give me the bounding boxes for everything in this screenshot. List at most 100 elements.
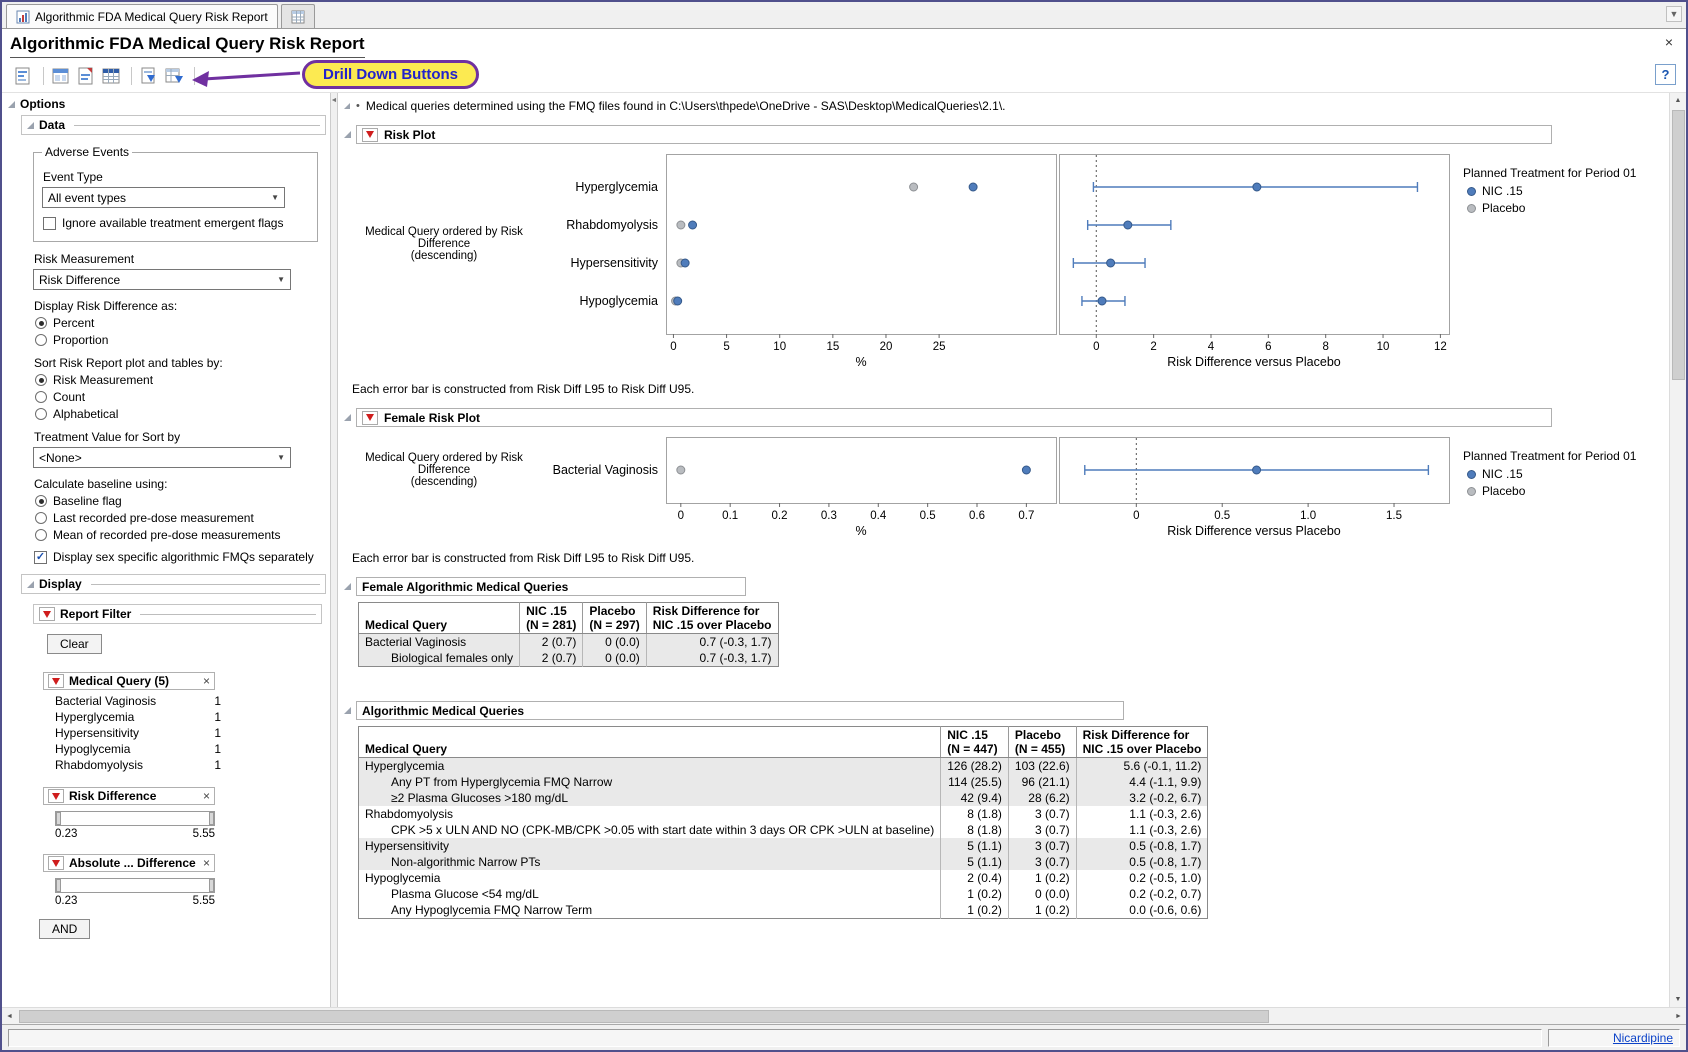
table-row[interactable]: Any Hypoglycemia FMQ Narrow Term1 (0.2)1… — [359, 902, 1208, 919]
tab-overflow-icon[interactable]: ▼ — [1666, 6, 1682, 22]
risk-plot-header[interactable]: Risk Plot — [356, 125, 1552, 144]
medical-query-cell[interactable]: Plasma Glucose <54 mg/dL — [359, 886, 941, 902]
vertical-scrollbar-thumb[interactable] — [1672, 110, 1685, 380]
value-cell[interactable]: 8 (1.8) — [941, 822, 1009, 838]
nicardipine-link[interactable]: Nicardipine — [1613, 1031, 1673, 1045]
collapse-triangle-icon[interactable] — [344, 131, 351, 138]
table-row[interactable]: Any PT from Hyperglycemia FMQ Narrow114 … — [359, 774, 1208, 790]
medical-query-cell[interactable]: ≥2 Plasma Glucoses >180 mg/dL — [359, 790, 941, 806]
table-row[interactable]: Biological females only2 (0.7)0 (0.0)0.7… — [359, 650, 779, 667]
value-cell[interactable]: 1 (0.2) — [941, 886, 1009, 902]
value-cell[interactable]: 1 (0.2) — [941, 902, 1009, 919]
journal-icon[interactable] — [75, 65, 97, 87]
value-cell[interactable]: 4.4 (-1.1, 9.9) — [1076, 774, 1208, 790]
filter-item-rhabdomyolysis[interactable]: Rhabdomyolysis1 — [43, 757, 225, 773]
display-section-title[interactable]: Display — [39, 577, 82, 591]
event-type-dropdown[interactable]: All event types ▼ — [42, 187, 285, 208]
layout-icon[interactable] — [50, 65, 72, 87]
value-cell[interactable]: 3 (0.7) — [1008, 854, 1076, 870]
risk-difference-filter-header[interactable]: Risk Difference × — [43, 787, 215, 805]
female-table-title[interactable]: Female Algorithmic Medical Queries — [362, 580, 568, 594]
value-cell[interactable]: 3 (0.7) — [1008, 838, 1076, 854]
medical-query-cell[interactable]: CPK >5 x ULN AND NO (CPK-MB/CPK >0.05 wi… — [359, 822, 941, 838]
data-point-nic-15[interactable] — [674, 297, 682, 305]
collapse-triangle-icon[interactable] — [8, 101, 15, 108]
tab-data-table[interactable] — [281, 4, 315, 28]
table-row[interactable]: Hypoglycemia2 (0.4)1 (0.2)0.2 (-0.5, 1.0… — [359, 870, 1208, 886]
data-point-placebo[interactable] — [677, 221, 685, 229]
female-risk-plot[interactable]: Bacterial Vaginosis00.10.20.30.40.50.60.… — [544, 437, 1451, 543]
legend-entry-nic-15[interactable]: NIC .15 — [1467, 467, 1636, 481]
estimate-point[interactable] — [1098, 297, 1106, 305]
algorithmic-table-title[interactable]: Algorithmic Medical Queries — [362, 704, 524, 718]
red-triangle-icon[interactable] — [48, 674, 64, 688]
female-table-header[interactable]: Female Algorithmic Medical Queries — [356, 577, 746, 596]
slider-handle-max[interactable] — [209, 879, 214, 892]
ignore-flags-row[interactable]: Ignore available treatment emergent flag… — [43, 216, 309, 230]
horizontal-scrollbar-thumb[interactable] — [19, 1010, 1269, 1023]
value-cell[interactable]: 8 (1.8) — [941, 806, 1009, 822]
collapse-triangle-icon[interactable] — [344, 707, 351, 714]
table-row[interactable]: CPK >5 x ULN AND NO (CPK-MB/CPK >0.05 wi… — [359, 822, 1208, 838]
value-cell[interactable]: 5 (1.1) — [941, 838, 1009, 854]
sex-specific-row[interactable]: ✓ Display sex specific algorithmic FMQs … — [34, 550, 324, 564]
value-cell[interactable]: 0.0 (-0.6, 0.6) — [1076, 902, 1208, 919]
absolute-difference-filter-header[interactable]: Absolute ... Difference × — [43, 854, 215, 872]
value-cell[interactable]: 0.5 (-0.8, 1.7) — [1076, 854, 1208, 870]
value-cell[interactable]: 0 (0.0) — [583, 634, 646, 651]
medical-query-cell[interactable]: Biological females only — [359, 650, 520, 667]
red-triangle-icon[interactable] — [362, 128, 378, 142]
red-triangle-icon[interactable] — [48, 856, 64, 870]
options-outline[interactable]: Options — [8, 97, 328, 111]
slider-handle-min[interactable] — [56, 879, 61, 892]
close-filter-icon[interactable]: × — [203, 790, 210, 802]
close-icon[interactable]: × — [1660, 34, 1678, 50]
absolute-difference-filter-title[interactable]: Absolute ... Difference — [69, 856, 196, 870]
collapse-sidebar-icon[interactable]: ◄ — [331, 97, 338, 1007]
radio-option-mean-of-recorded-pre-dose-measurements[interactable]: Mean of recorded pre-dose measurements — [35, 528, 324, 542]
value-cell[interactable]: 1.1 (-0.3, 2.6) — [1076, 822, 1208, 838]
close-filter-icon[interactable]: × — [203, 857, 210, 869]
value-cell[interactable]: 126 (28.2) — [941, 758, 1009, 775]
table-row[interactable]: Hyperglycemia126 (28.2)103 (22.6)5.6 (-0… — [359, 758, 1208, 775]
radio-option-count[interactable]: Count — [35, 390, 324, 404]
scroll-up-icon[interactable]: ▲ — [1671, 93, 1686, 108]
radio-icon[interactable] — [35, 317, 47, 329]
slider-handle-max[interactable] — [209, 812, 214, 825]
red-triangle-icon[interactable] — [39, 607, 55, 621]
data-section-header[interactable]: Data — [21, 115, 326, 135]
help-button[interactable]: ? — [1655, 64, 1676, 85]
drill-down-report-icon[interactable] — [138, 65, 160, 87]
value-cell[interactable]: 114 (25.5) — [941, 774, 1009, 790]
radio-icon[interactable] — [35, 408, 47, 420]
value-cell[interactable]: 1 (0.2) — [1008, 902, 1076, 919]
value-cell[interactable]: 0.5 (-0.8, 1.7) — [1076, 838, 1208, 854]
value-cell[interactable]: 3 (0.7) — [1008, 822, 1076, 838]
medical-query-cell[interactable]: Bacterial Vaginosis — [359, 634, 520, 651]
risk-plot-title[interactable]: Risk Plot — [384, 128, 435, 142]
options-title[interactable]: Options — [20, 97, 65, 111]
vertical-scrollbar[interactable]: ▲ ▼ — [1669, 93, 1686, 1007]
sex-specific-checkbox[interactable]: ✓ — [34, 551, 47, 564]
estimate-point[interactable] — [1124, 221, 1132, 229]
collapse-triangle-icon[interactable] — [344, 103, 350, 109]
medical-query-cell[interactable]: Hypoglycemia — [359, 870, 941, 886]
tab-risk-report[interactable]: Algorithmic FDA Medical Query Risk Repor… — [6, 4, 278, 28]
value-cell[interactable]: 1 (0.2) — [1008, 870, 1076, 886]
value-cell[interactable]: 96 (21.1) — [1008, 774, 1076, 790]
value-cell[interactable]: 0.7 (-0.3, 1.7) — [646, 634, 778, 651]
estimate-point[interactable] — [1253, 183, 1261, 191]
report-filter-header[interactable]: Report Filter — [33, 604, 322, 624]
drill-down-table-icon[interactable] — [163, 65, 185, 87]
medical-query-cell[interactable]: Any PT from Hyperglycemia FMQ Narrow — [359, 774, 941, 790]
absolute-difference-range-slider[interactable] — [55, 878, 215, 893]
value-cell[interactable]: 5.6 (-0.1, 11.2) — [1076, 758, 1208, 775]
value-cell[interactable]: 0.2 (-0.5, 1.0) — [1076, 870, 1208, 886]
clear-button[interactable]: Clear — [47, 634, 102, 654]
panel-splitter[interactable]: ◄ — [330, 93, 338, 1007]
ignore-flags-checkbox[interactable] — [43, 217, 56, 230]
risk-difference-filter-title[interactable]: Risk Difference — [69, 789, 156, 803]
estimate-point[interactable] — [1253, 466, 1261, 474]
value-cell[interactable]: 0 (0.0) — [1008, 886, 1076, 902]
scroll-down-icon[interactable]: ▼ — [1671, 992, 1686, 1007]
